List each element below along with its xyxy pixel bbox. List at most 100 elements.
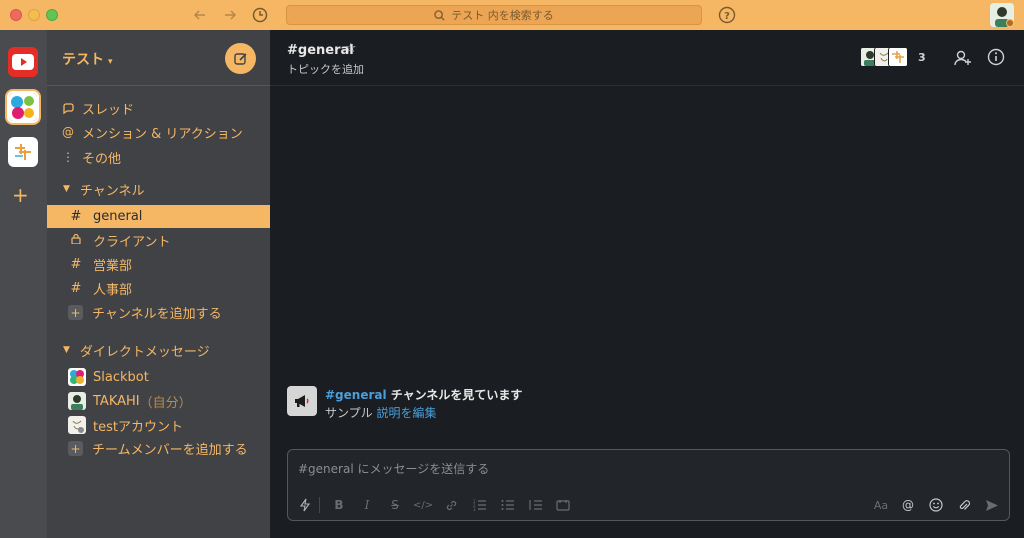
nav-label: スレッド (82, 102, 135, 118)
workspace-menu-button[interactable]: テスト ▾ (62, 49, 113, 69)
dm-item-takahi[interactable]: TAKAHI （自分） (47, 389, 270, 413)
workspace-other[interactable] (8, 137, 38, 167)
channel-details-button[interactable] (987, 48, 1007, 68)
code-block-button[interactable] (554, 494, 572, 516)
slackbot-icon (68, 368, 86, 386)
italic-button[interactable]: I (358, 494, 376, 516)
forward-button[interactable] (220, 5, 240, 25)
sidebar: テスト ▾ スレッド @ メンション & リアクション ⋮ その他 ▼ チャンネル… (47, 30, 270, 538)
back-button[interactable] (190, 5, 210, 25)
colored-dots-icon (9, 93, 37, 121)
intro-description: サンプル 説明を編集 (325, 404, 436, 421)
sketch-avatar-icon (68, 416, 86, 434)
hash-icon: # (70, 257, 82, 272)
channel-item-hr[interactable]: # 人事部 (47, 277, 270, 300)
nav-threads[interactable]: スレッド (47, 97, 270, 119)
intro-heading-text: チャンネルを見ています (386, 388, 523, 402)
compose-icon (233, 52, 247, 65)
send-button[interactable] (983, 494, 1001, 516)
add-channel-button[interactable]: + チャンネルを追加する (47, 301, 270, 324)
add-member-label: チームメンバーを追加する (92, 443, 248, 458)
nav-label: メンション & リアクション (82, 126, 243, 142)
chevron-down-icon: ▾ (108, 57, 113, 67)
svg-text:?: ? (724, 11, 730, 22)
workspace-test-logo (9, 93, 37, 121)
message-composer[interactable]: #general にメッセージを送信する B I S </> 123 Aa @ (287, 449, 1010, 521)
bullet-list-icon (501, 500, 514, 510)
zoom-window-button[interactable] (46, 9, 58, 21)
workspace-logo-icon (889, 48, 907, 66)
blockquote-button[interactable] (526, 494, 544, 516)
nav-label: その他 (82, 151, 122, 167)
message-input[interactable]: #general にメッセージを送信する (298, 460, 489, 477)
plus-icon: + (68, 305, 83, 320)
add-workspace-button[interactable]: + (12, 183, 29, 207)
ordered-list-button[interactable]: 123 (470, 494, 488, 516)
bold-icon: B (334, 498, 344, 512)
compose-button[interactable] (225, 43, 256, 74)
channel-label: 人事部 (93, 283, 133, 298)
channel-view: #general ☆ トピックを追加 3 #general チャンネルを見ていま… (270, 30, 1024, 538)
nav-more[interactable]: ⋮ その他 (47, 146, 270, 168)
add-topic-link[interactable]: トピックを追加 (287, 61, 364, 77)
nav-mentions[interactable]: @ メンション & リアクション (47, 121, 270, 143)
info-icon (987, 48, 1005, 66)
workspace-youtube[interactable] (8, 47, 38, 77)
svg-text:3: 3 (473, 507, 476, 511)
threads-icon (61, 102, 75, 115)
star-button[interactable]: ☆ (345, 41, 357, 56)
composer-toolbar: B I S </> 123 Aa @ (288, 494, 1009, 516)
channel-item-general[interactable]: # general (47, 205, 270, 228)
star-icon: ☆ (345, 41, 357, 56)
caret-down-icon: ▼ (63, 184, 70, 194)
bold-button[interactable]: B (330, 494, 348, 516)
paperclip-icon (959, 500, 970, 510)
plus-icon: + (12, 183, 29, 207)
mention-button[interactable]: @ (899, 494, 917, 516)
blockquote-icon (528, 500, 542, 510)
channel-title[interactable]: #general (287, 43, 354, 58)
dm-section-toggle[interactable]: ▼ ダイレクトメッセージ (47, 339, 270, 361)
search-bar[interactable]: テスト 内を検索する (286, 5, 702, 25)
code-block-icon (556, 500, 570, 511)
member-list-button[interactable]: 3 (860, 47, 926, 67)
lightning-icon (299, 498, 311, 512)
link-button[interactable] (442, 494, 460, 516)
edit-description-link[interactable]: 説明を編集 (376, 406, 436, 420)
person-avatar-icon (68, 392, 86, 410)
channels-section-toggle[interactable]: ▼ チャンネル (47, 178, 270, 200)
intro-heading: #general チャンネルを見ています (325, 386, 522, 403)
dm-item-slackbot[interactable]: Slackbot (47, 365, 270, 389)
history-button[interactable] (250, 5, 270, 25)
shortcuts-button[interactable] (296, 494, 314, 516)
search-placeholder: テスト 内を検索する (451, 9, 554, 22)
add-member-button[interactable]: + チームメンバーを追加する (47, 437, 270, 460)
workspace-rail: + (0, 30, 47, 538)
close-window-button[interactable] (10, 9, 22, 21)
user-avatar[interactable] (990, 3, 1014, 27)
intro-channel-link[interactable]: #general (325, 388, 387, 402)
member-avatar (888, 47, 908, 67)
channel-item-client[interactable]: クライアント (47, 229, 270, 252)
search-icon (434, 9, 445, 21)
emoji-button[interactable] (927, 494, 945, 516)
hash-icon: # (70, 281, 82, 296)
channel-item-sales[interactable]: # 営業部 (47, 253, 270, 276)
help-button[interactable]: ? (718, 6, 736, 24)
bullet-list-button[interactable] (498, 494, 516, 516)
minimize-window-button[interactable] (28, 9, 40, 21)
workspace-logo-icon (15, 144, 31, 160)
formatting-toggle-button[interactable]: Aa (872, 494, 890, 516)
presence-indicator (1006, 19, 1014, 27)
dm-item-test-account[interactable]: testアカウント (47, 413, 270, 437)
code-button[interactable]: </> (413, 494, 433, 516)
channels-header: チャンネル (79, 183, 145, 199)
workspace-test[interactable] (5, 89, 41, 125)
attach-button[interactable] (955, 494, 973, 516)
youtube-icon (12, 54, 34, 70)
plus-icon: + (68, 441, 83, 456)
channel-intro: #general チャンネルを見ています サンプル 説明を編集 (287, 386, 987, 426)
dm-header: ダイレクトメッセージ (79, 344, 210, 360)
add-people-button[interactable] (953, 48, 973, 68)
strikethrough-button[interactable]: S (386, 494, 404, 516)
